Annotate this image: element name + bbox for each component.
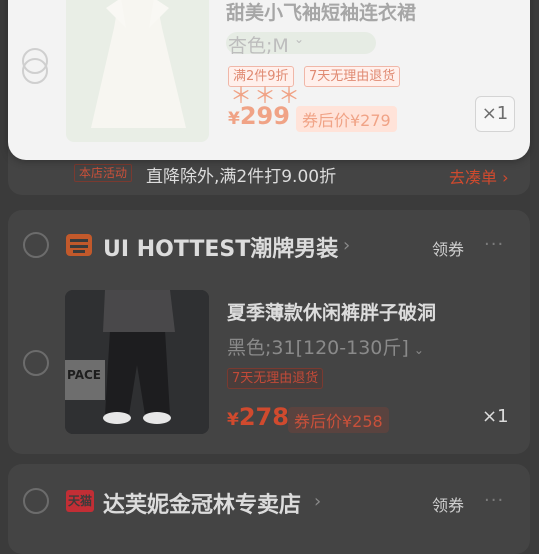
- select-radio-shadow: [22, 58, 48, 84]
- coupon-button[interactable]: 领券: [432, 236, 464, 260]
- floating-item-panel: 甜美小飞袖短袖连衣裙 杏色;M ⌄ 满2件9折 7天无理由退货 ＊＊＊ ¥299…: [8, 0, 530, 160]
- chevron-down-icon: ⌄: [413, 343, 424, 357]
- image-text: PACE: [67, 368, 101, 382]
- currency-symbol: ¥: [228, 109, 240, 129]
- store-glyph: [70, 239, 88, 253]
- item-title[interactable]: 甜美小飞袖短袖连衣裙: [226, 0, 416, 25]
- dress-illustration: [91, 0, 186, 128]
- shop-name[interactable]: UI HOTTEST潮牌男装: [103, 231, 338, 263]
- promo-link-label: 去凑单: [449, 168, 498, 187]
- chevron-right-icon: ›: [314, 491, 322, 512]
- shop-icon: [66, 234, 92, 256]
- quantity[interactable]: ×1: [482, 406, 509, 427]
- tmall-label: 天猫: [67, 494, 92, 508]
- item-price: ¥278: [227, 403, 289, 431]
- promo-link[interactable]: 去凑单 ›: [449, 164, 509, 188]
- item-sku: 杏色;M: [228, 35, 289, 57]
- more-icon[interactable]: ···: [484, 490, 504, 511]
- tag-return: 7天无理由退货: [227, 368, 324, 389]
- promo-badge: 本店活动: [74, 164, 133, 182]
- sku-selector[interactable]: 杏色;M ⌄: [226, 32, 376, 57]
- price-value: 278: [238, 403, 289, 431]
- chevron-down-icon: ⌄: [294, 32, 305, 46]
- item-price: ¥299: [228, 102, 290, 130]
- tag-return: 7天无理由退货: [304, 66, 401, 87]
- promo-text: 直降除外,满2件打9.00折: [146, 167, 337, 187]
- product-image[interactable]: [66, 0, 209, 142]
- shop-name[interactable]: 达芙妮金冠林专卖店: [103, 487, 301, 519]
- coupon-button[interactable]: 领券: [432, 492, 464, 516]
- after-coupon-price: 券后价¥258: [288, 407, 389, 433]
- after-coupon-price: 券后价¥279: [296, 106, 397, 132]
- shop-select-radio[interactable]: [23, 488, 49, 514]
- promo-row[interactable]: 本店活动 直降除外,满2件打9.00折 去凑单 ›: [74, 162, 524, 188]
- item-title[interactable]: 夏季薄款休闲裤胖子破洞: [227, 298, 436, 325]
- chevron-right-icon: ›: [343, 235, 351, 256]
- quantity-box[interactable]: ×1: [475, 96, 515, 132]
- shop-select-radio[interactable]: [23, 232, 49, 258]
- item-sku: 黑色;31[120-130斤]: [227, 337, 409, 359]
- chevron-right-icon: ›: [502, 168, 509, 187]
- product-image[interactable]: PACE: [65, 290, 209, 434]
- currency-symbol: ¥: [227, 410, 239, 430]
- pants-illustration: [65, 290, 209, 434]
- sku-selector[interactable]: 黑色;31[120-130斤] ⌄: [227, 333, 424, 360]
- tmall-icon: 天猫: [66, 490, 94, 512]
- item-select-radio[interactable]: [23, 350, 49, 376]
- price-value: 299: [239, 102, 290, 130]
- more-icon[interactable]: ···: [484, 234, 504, 255]
